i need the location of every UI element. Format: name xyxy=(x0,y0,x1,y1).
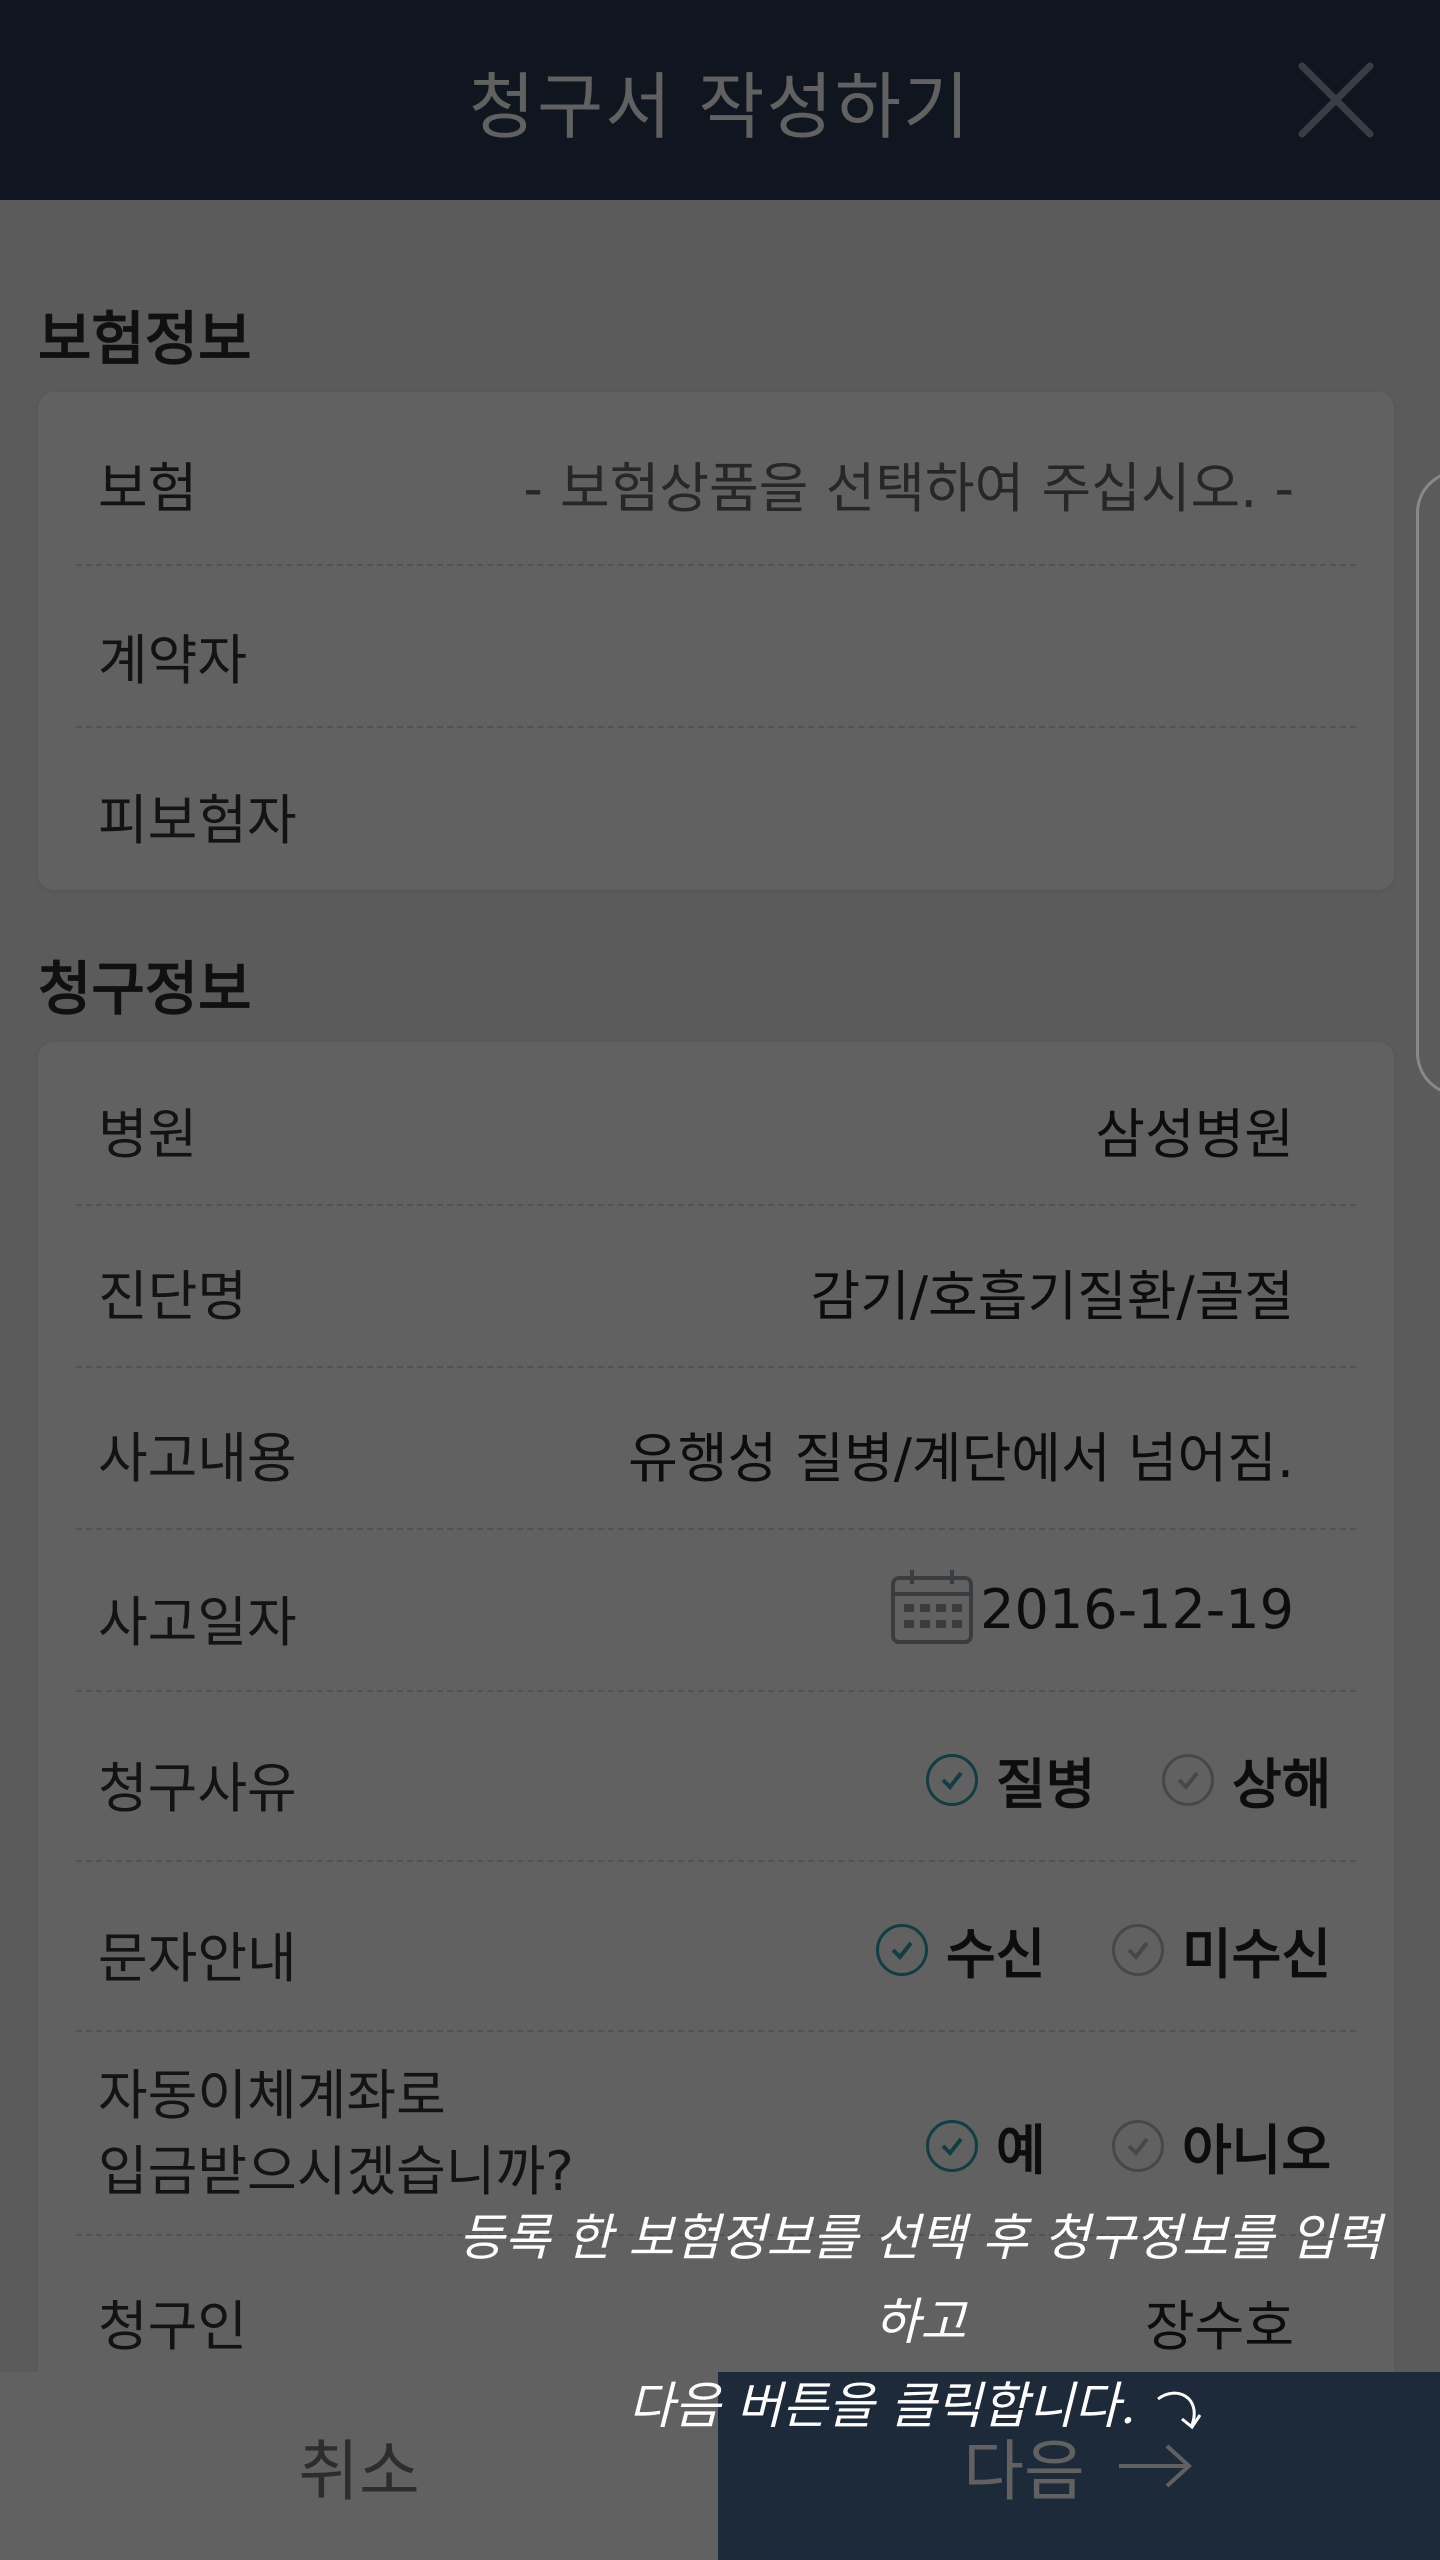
claim-section-title: 청구정보 xyxy=(38,955,252,1023)
insurance-card: 보험 - 보험상품을 선택하여 주십시오. - 계약자 피보험자 xyxy=(38,392,1394,890)
form-content: 보험정보 보험 - 보험상품을 선택하여 주십시오. - 계약자 피보험자 청구… xyxy=(0,200,1440,2442)
accident-label: 사고내용 xyxy=(98,1427,297,1490)
check-circle-icon xyxy=(926,2119,978,2172)
sms-option-label: 미수신 xyxy=(1182,1923,1332,1986)
insurance-label: 보험 xyxy=(98,457,198,520)
diagnosis-label: 진단명 xyxy=(98,1265,248,1328)
check-circle-icon xyxy=(926,1753,978,1806)
reason-option-disease[interactable]: 질병 xyxy=(926,1740,1095,1819)
sms-label: 문자안내 xyxy=(98,1927,297,1990)
insured-label: 피보험자 xyxy=(98,789,297,852)
sms-option-decline[interactable]: 미수신 xyxy=(1112,1910,1331,1989)
insured-row: 피보험자 xyxy=(38,726,1394,890)
tutorial-hint-line2: 다음 버튼을 클릭합니다. xyxy=(628,2377,1136,2435)
accident-value[interactable]: 유행성 질병/계단에서 넘어짐. xyxy=(628,1414,1294,1493)
curved-arrow-icon xyxy=(1156,2391,1202,2430)
page-title: 청구서 작성하기 xyxy=(468,64,972,149)
insurance-product-row[interactable]: 보험 - 보험상품을 선택하여 주십시오. - xyxy=(38,392,1394,564)
reason-row: 청구사유 질병 상해 xyxy=(38,1690,1394,1860)
sms-row: 문자안내 수신 미수신 xyxy=(38,1860,1394,2030)
reason-option-label: 질병 xyxy=(996,1753,1096,1816)
auto-transfer-option-yes[interactable]: 예 xyxy=(926,2106,1046,2185)
sms-option-receive[interactable]: 수신 xyxy=(876,1910,1045,1989)
header-bar: 청구서 작성하기 xyxy=(0,0,1440,200)
reason-label: 청구사유 xyxy=(98,1757,297,1820)
auto-transfer-option-no[interactable]: 아니오 xyxy=(1112,2106,1331,2185)
diagnosis-row[interactable]: 진단명 감기/호흡기질환/골절 xyxy=(38,1204,1394,1366)
insurance-product-select[interactable]: - 보험상품을 선택하여 주십시오. - xyxy=(523,444,1294,523)
diagnosis-value[interactable]: 감기/호흡기질환/골절 xyxy=(810,1252,1294,1331)
contractor-row: 계약자 xyxy=(38,564,1394,726)
check-circle-icon xyxy=(1162,1753,1214,1806)
close-icon xyxy=(1298,62,1374,138)
auto-transfer-label-line2: 입금받으시겠습니까? xyxy=(98,2140,574,2203)
arrow-right-icon xyxy=(1118,2444,1192,2488)
accident-date-row[interactable]: 사고일자 2016-12-19 xyxy=(38,1528,1394,1690)
tutorial-hint-line1: 등록 한 보험정보를 선택 후 청구정보를 입력하고 xyxy=(458,2209,1382,2351)
check-circle-icon xyxy=(1112,2119,1164,2172)
sms-option-label: 수신 xyxy=(946,1923,1046,1986)
claimant-label: 청구인 xyxy=(98,2295,248,2358)
reason-option-injury[interactable]: 상해 xyxy=(1162,1740,1331,1819)
close-button[interactable] xyxy=(1284,48,1388,152)
accident-date-label: 사고일자 xyxy=(98,1591,297,1654)
auto-transfer-option-label: 아니오 xyxy=(1182,2119,1332,2182)
hospital-row[interactable]: 병원 삼성병원 xyxy=(38,1042,1394,1204)
tutorial-bracket xyxy=(1416,470,1440,1096)
accident-date-value[interactable]: 2016-12-19 xyxy=(980,1578,1294,1641)
check-circle-icon xyxy=(1112,1923,1164,1976)
auto-transfer-label-line1: 자동이체계좌로 xyxy=(98,2064,446,2127)
reason-option-label: 상해 xyxy=(1232,1753,1332,1816)
contractor-label: 계약자 xyxy=(98,629,248,692)
check-circle-icon xyxy=(876,1923,928,1976)
insurance-section-title: 보험정보 xyxy=(38,305,252,373)
tutorial-hint: 등록 한 보험정보를 선택 후 청구정보를 입력하고 다음 버튼을 클릭합니다. xyxy=(440,2196,1400,2448)
accident-row[interactable]: 사고내용 유행성 질병/계단에서 넘어짐. xyxy=(38,1366,1394,1528)
hospital-value[interactable]: 삼성병원 xyxy=(1095,1090,1294,1169)
calendar-icon[interactable] xyxy=(890,1568,974,1646)
auto-transfer-label: 자동이체계좌로 입금받으시겠습니까? xyxy=(98,2058,574,2210)
hospital-label: 병원 xyxy=(98,1103,198,1166)
auto-transfer-option-label: 예 xyxy=(996,2119,1046,2182)
